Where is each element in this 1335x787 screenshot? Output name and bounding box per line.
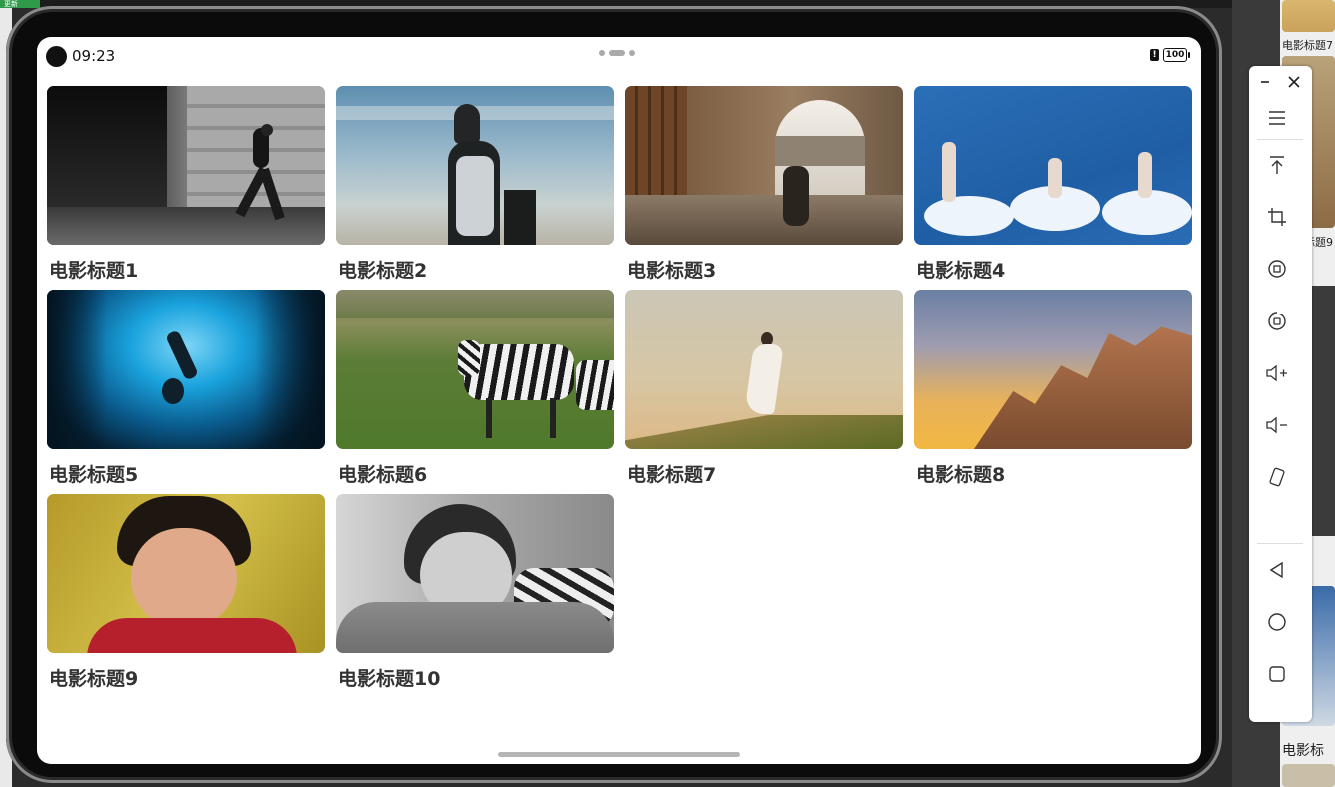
movie-card[interactable]: 电影标题7: [625, 290, 903, 487]
movie-poster-image: [914, 290, 1192, 449]
background-thumb: [1282, 0, 1335, 32]
movie-title: 电影标题5: [49, 464, 139, 486]
volume-up-icon[interactable]: [1263, 359, 1291, 387]
movie-poster-image: [914, 86, 1192, 245]
tablet-device-frame: 09:23 ! 100 电影标题1 电影标题2 电影标题3 电影标题4 电影标题…: [6, 6, 1222, 783]
recents-icon[interactable]: [1263, 660, 1291, 688]
movie-title: 电影标题10: [338, 668, 441, 690]
movie-poster-image: [47, 494, 325, 653]
status-bar: 09:23 ! 100: [37, 37, 1201, 77]
movie-card[interactable]: 电影标题1: [47, 86, 325, 283]
movie-title: 电影标题4: [916, 260, 1006, 282]
movie-card[interactable]: 电影标题10: [336, 494, 614, 691]
movie-card[interactable]: 电影标题5: [47, 290, 325, 487]
movie-poster-image: [625, 290, 903, 449]
movie-poster-image: [336, 494, 614, 653]
back-icon[interactable]: [1263, 556, 1291, 584]
movie-title: 电影标题1: [49, 260, 139, 282]
movie-card[interactable]: 电影标题2: [336, 86, 614, 283]
home-icon[interactable]: [1263, 608, 1291, 636]
movie-title: 电影标题9: [49, 668, 139, 690]
movie-card[interactable]: 电影标题6: [336, 290, 614, 487]
crop-icon[interactable]: [1263, 203, 1291, 231]
camera-dot-icon: [46, 46, 67, 67]
tablet-screen: 09:23 ! 100 电影标题1 电影标题2 电影标题3 电影标题4 电影标题…: [37, 37, 1201, 764]
toolbar-separator: [1257, 543, 1303, 544]
status-time: 09:23: [72, 47, 116, 65]
alert-icon: !: [1150, 49, 1159, 61]
movie-title: 电影标题8: [916, 464, 1006, 486]
background-label: 电影标题7: [1282, 39, 1333, 52]
close-icon[interactable]: [1280, 68, 1308, 96]
toolbar-separator: [1257, 139, 1303, 140]
status-indicators: ! 100: [1150, 48, 1190, 62]
emulator-toolbar: [1249, 66, 1312, 722]
movie-card[interactable]: 电影标题9: [47, 494, 325, 691]
movie-poster-image: [625, 86, 903, 245]
window-drag-handle[interactable]: [599, 50, 639, 56]
volume-down-icon[interactable]: [1263, 411, 1291, 439]
background-thumb: [1282, 764, 1335, 787]
movie-title: 电影标题2: [338, 260, 428, 282]
movie-card[interactable]: 电影标题8: [914, 290, 1192, 487]
menu-icon[interactable]: [1263, 104, 1291, 132]
screenshot-icon[interactable]: [1263, 307, 1291, 335]
update-badge: 更新: [0, 0, 40, 8]
movie-poster-image: [336, 86, 614, 245]
rotate-icon[interactable]: [1263, 255, 1291, 283]
movie-card[interactable]: 电影标题4: [914, 86, 1192, 283]
battery-icon: 100: [1163, 48, 1190, 62]
movie-title: 电影标题3: [627, 260, 717, 282]
background-label: 电影标: [1282, 743, 1324, 759]
movie-card[interactable]: 电影标题3: [625, 86, 903, 283]
rotate-device-icon[interactable]: [1263, 463, 1291, 491]
minimize-icon[interactable]: [1251, 68, 1279, 96]
home-indicator-bar[interactable]: [498, 752, 740, 757]
pin-top-icon[interactable]: [1263, 151, 1291, 179]
movie-poster-image: [47, 86, 325, 245]
movie-title: 电影标题7: [627, 464, 717, 486]
movie-title: 电影标题6: [338, 464, 428, 486]
movie-poster-image: [47, 290, 325, 449]
movie-poster-image: [336, 290, 614, 449]
